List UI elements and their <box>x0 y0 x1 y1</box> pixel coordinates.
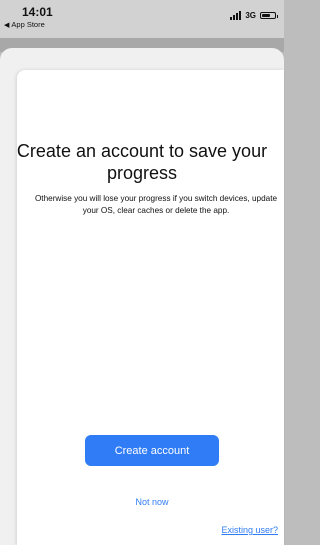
page-subtitle: Otherwise you will lose your progress if… <box>34 194 278 215</box>
battery-icon <box>260 12 278 19</box>
status-time: 14:01 <box>22 5 53 19</box>
status-bar: 14:01 ◀ App Store 3G <box>0 0 284 38</box>
page-title: Create an account to save your progress <box>16 141 268 183</box>
system-indicators: 3G <box>230 11 278 20</box>
not-now-link[interactable]: Not now <box>0 497 304 507</box>
network-type: 3G <box>245 11 256 20</box>
create-account-button[interactable]: Create account <box>85 435 219 466</box>
back-triangle-icon: ◀ <box>4 21 10 29</box>
signal-strength-icon <box>230 11 242 20</box>
existing-user-link[interactable]: Existing user? <box>221 525 278 535</box>
back-app-label: App Store <box>11 20 45 29</box>
back-to-app-store[interactable]: ◀ App Store <box>4 20 45 29</box>
